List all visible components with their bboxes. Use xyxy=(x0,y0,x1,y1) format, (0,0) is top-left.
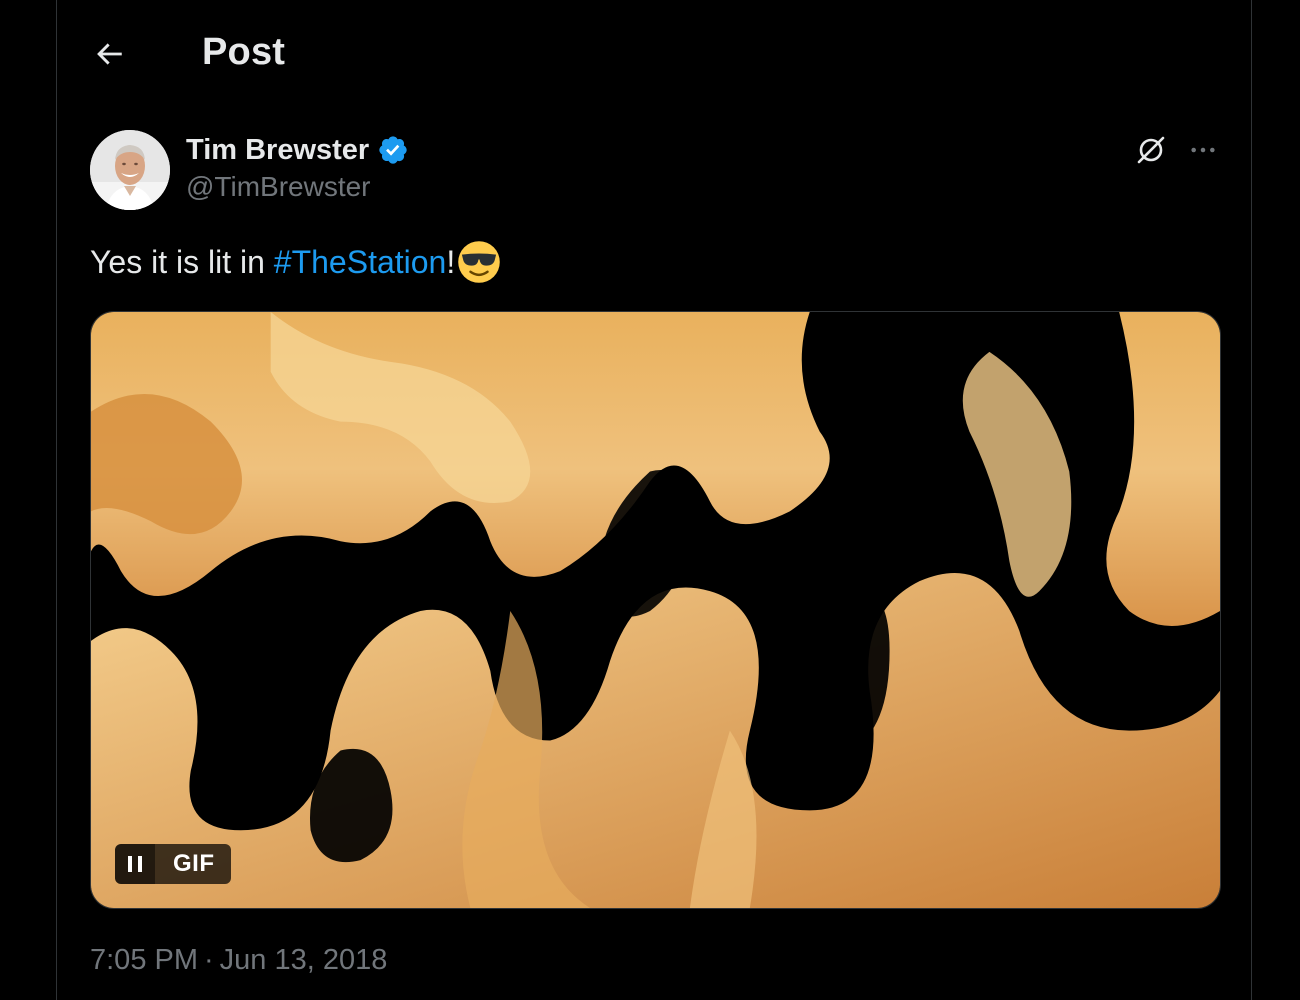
header: Post xyxy=(57,0,1251,106)
page-title: Post xyxy=(202,31,286,73)
pause-button[interactable] xyxy=(115,844,155,884)
display-name-row[interactable]: Tim Brewster xyxy=(186,130,409,170)
gif-controls: GIF xyxy=(115,844,231,884)
avatar[interactable] xyxy=(90,130,170,210)
hashtag-link[interactable]: #TheStation xyxy=(274,240,447,284)
gif-badge: GIF xyxy=(155,844,231,884)
grok-button[interactable] xyxy=(1131,130,1171,170)
handle[interactable]: @TimBrewster xyxy=(186,171,371,203)
avatar-image xyxy=(90,130,170,210)
more-horizontal-icon xyxy=(1191,147,1215,153)
gif-media[interactable]: GIF xyxy=(90,311,1221,909)
back-button[interactable] xyxy=(85,30,133,78)
more-button[interactable] xyxy=(1183,130,1223,170)
tweet-text: Yes it is lit in #TheStation ! xyxy=(90,240,501,284)
gif-image xyxy=(91,312,1220,908)
display-name[interactable]: Tim Brewster xyxy=(186,134,369,167)
post-column: Post Tim Brewster @TimBrewster Yes it is… xyxy=(56,0,1252,1000)
tweet-text-prefix: Yes it is lit in xyxy=(90,244,274,280)
grok-icon xyxy=(1137,136,1165,164)
pause-icon xyxy=(128,856,142,872)
arrow-left-icon xyxy=(97,43,122,65)
post-date[interactable]: Jun 13, 2018 xyxy=(220,944,388,977)
post-time[interactable]: 7:05 PM xyxy=(90,944,198,977)
timestamp: 7:05 PM · Jun 13, 2018 xyxy=(90,944,387,977)
verified-badge-icon[interactable] xyxy=(377,134,409,166)
sunglasses-emoji-icon xyxy=(458,241,501,283)
timestamp-separator: · xyxy=(204,944,214,976)
tweet-text-suffix: ! xyxy=(446,244,456,280)
